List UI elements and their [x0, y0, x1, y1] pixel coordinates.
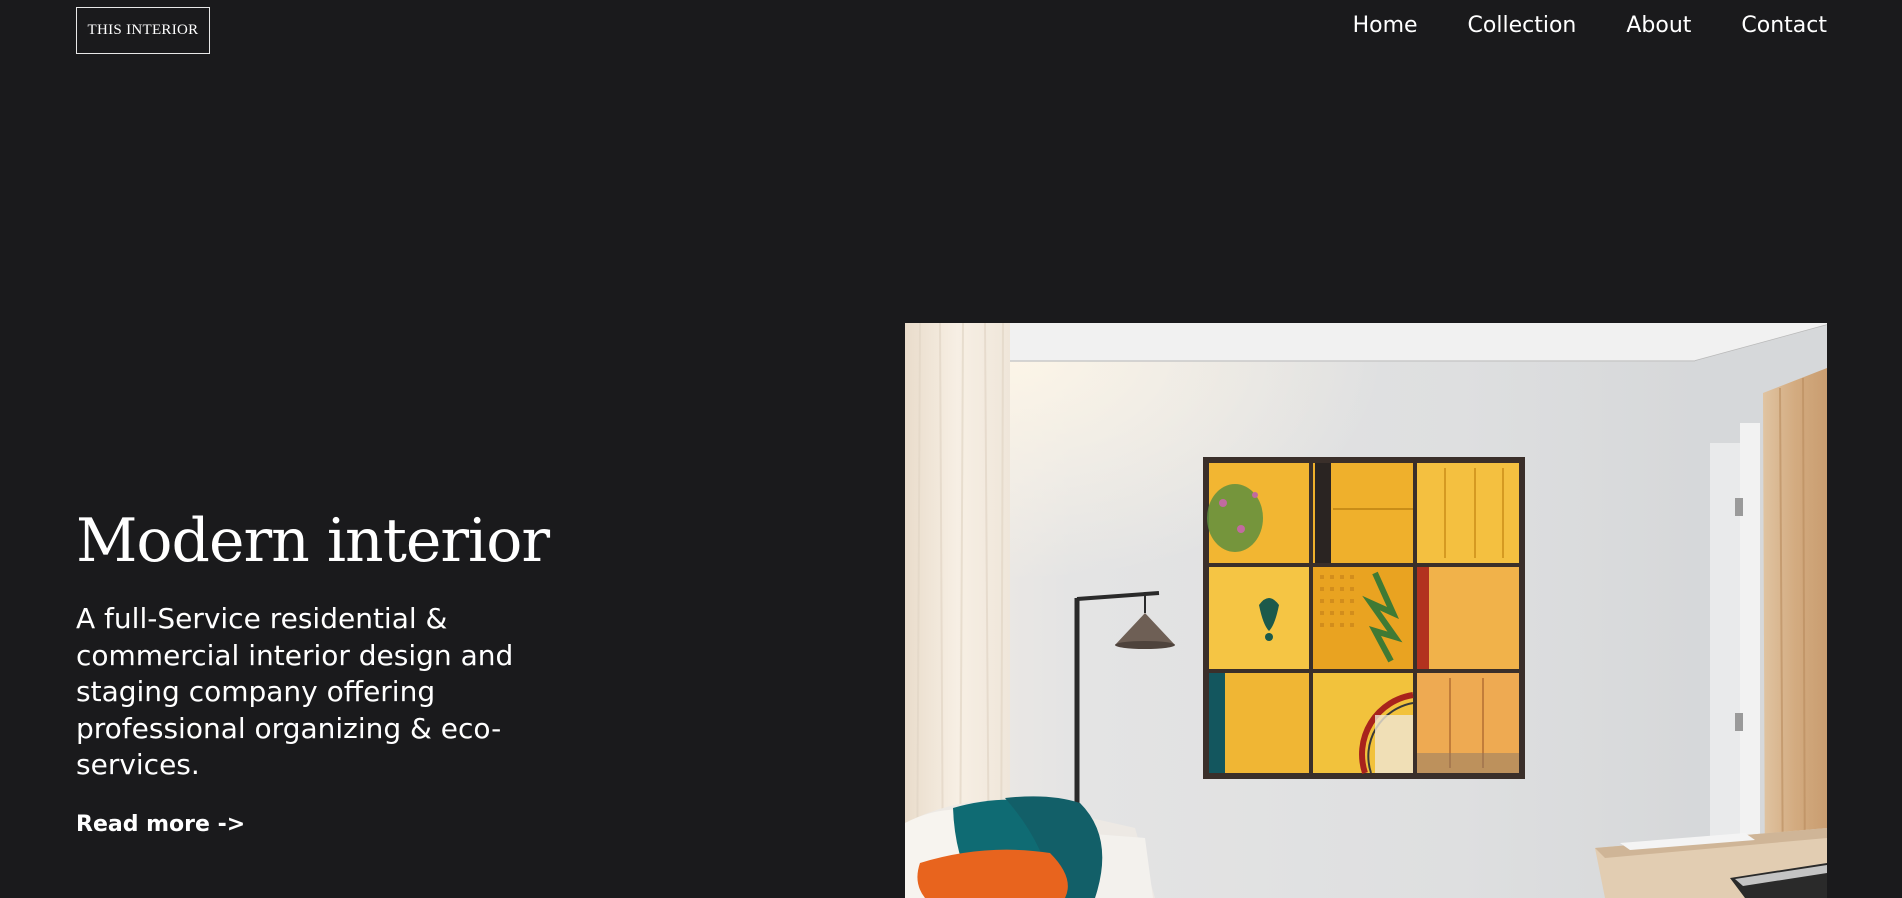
read-more-link[interactable]: Read more -> [76, 809, 245, 841]
nav-home-link[interactable]: Home [1353, 10, 1418, 42]
hero-title: Modern interior [76, 506, 550, 576]
page: THIS INTERIOR Home Collection About Cont… [0, 0, 1902, 898]
nav-contact-link[interactable]: Contact [1741, 10, 1827, 42]
right-curtain [1763, 368, 1827, 898]
door-hinge [1735, 498, 1743, 516]
logo[interactable]: THIS INTERIOR [76, 7, 210, 54]
main-nav: Home Collection About Contact [1353, 10, 1827, 42]
hero-description: A full-Service residential & commercial … [76, 602, 514, 782]
hero-image [905, 323, 1827, 898]
nav-collection-link[interactable]: Collection [1468, 10, 1577, 42]
wall-art [1203, 457, 1525, 779]
ceiling [905, 323, 1827, 361]
nav-about-link[interactable]: About [1626, 10, 1691, 42]
